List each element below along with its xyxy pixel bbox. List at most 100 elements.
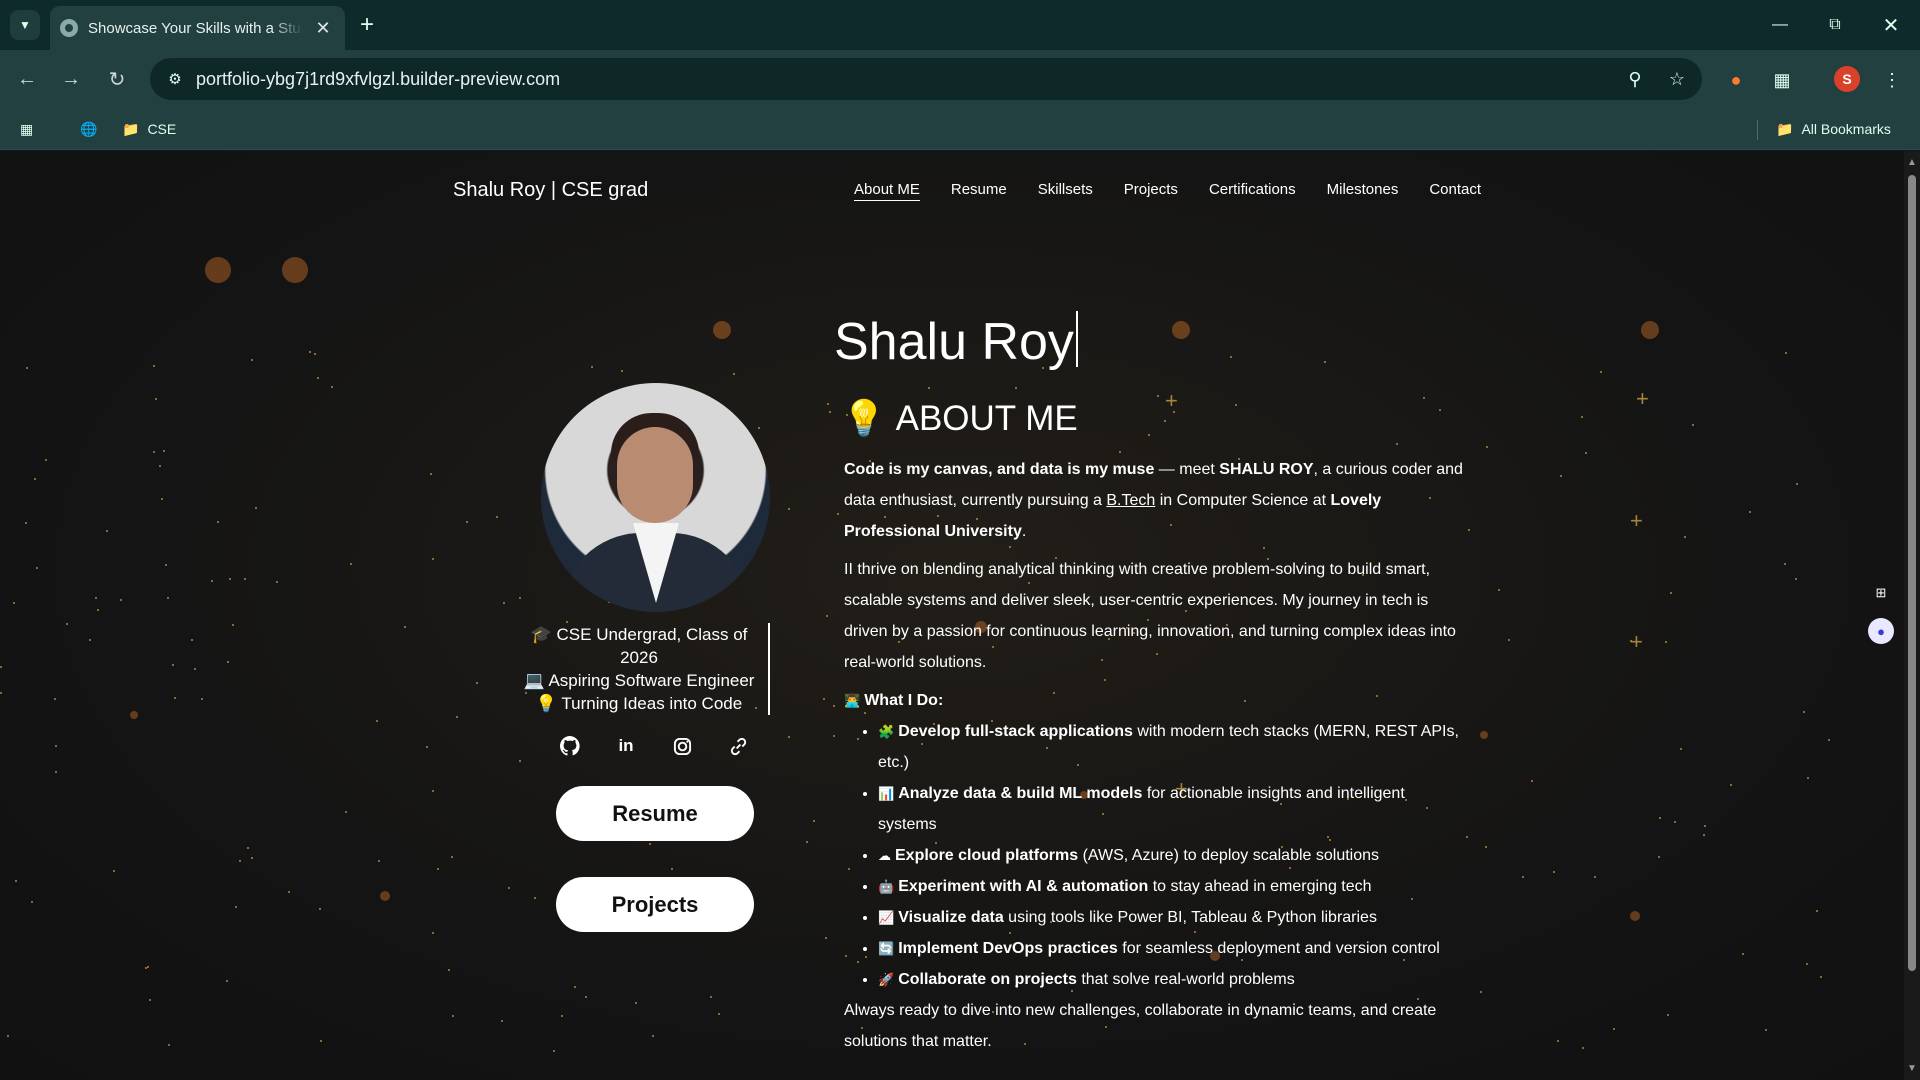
link-icon[interactable] [723,731,753,761]
star-spark [1439,409,1441,411]
star-spark [1582,1047,1584,1049]
browser-toolbar: ← → ↻ ⚙ portfolio-ybg7j1rd9xfvlgzl.build… [0,50,1920,108]
restore-button[interactable]: ⧉ [1807,0,1863,50]
page-scrollbar[interactable]: ▲ ▼ [1904,151,1920,1080]
new-tab-button[interactable]: + [352,10,382,40]
star-spark [251,359,253,361]
forward-button[interactable]: → [56,64,86,94]
url-text[interactable]: portfolio-ybg7j1rd9xfvlgzl.builder-previ… [196,69,1618,90]
bookmark-folder-label: CSE [147,121,177,137]
all-bookmarks[interactable]: 📁 All Bookmarks [1776,118,1891,140]
scroll-down-icon[interactable]: ▼ [1907,1063,1917,1074]
star-spark [1784,563,1786,565]
star-spark [788,736,790,738]
nav-certifications[interactable]: Certifications [1209,181,1296,201]
item-bold: Experiment with AI & automation [898,878,1149,895]
reload-button[interactable]: ↻ [102,64,132,94]
star-spark [0,692,2,694]
star-spark [1173,411,1175,413]
extensions-puzzle-icon[interactable]: ▦ [1766,64,1798,96]
star-spark [235,906,237,908]
star-spark [331,386,333,388]
folder-icon: 📁 [122,120,140,137]
tools-icon[interactable]: ⊞ [1868,580,1894,606]
address-bar[interactable]: ⚙ portfolio-ybg7j1rd9xfvlgzl.builder-pre… [150,58,1702,100]
glow-dot [713,321,731,339]
assistant-icon[interactable]: ● [1868,618,1894,644]
bookmark-folder-cse[interactable]: 📁 CSE [122,118,176,140]
menu-dots-icon[interactable]: ⋮ [1876,64,1908,96]
scroll-thumb[interactable] [1908,175,1916,971]
item-bold: Analyze data & build ML models [898,785,1143,802]
globe-favicon-icon [60,19,78,37]
star-spark [153,451,155,453]
globe-icon[interactable]: 🌐 [80,118,97,140]
about-content: Code is my canvas, and data is my muse —… [844,454,1464,1064]
scroll-up-icon[interactable]: ▲ [1907,157,1917,168]
profile-tagline: 🎓 CSE Undergrad, Class of 2026 💻 Aspirin… [510,623,770,715]
nav-about[interactable]: About ME [854,181,920,201]
star-spark [451,856,453,858]
projects-button[interactable]: Projects [556,877,754,932]
profile-avatar[interactable]: S [1834,66,1860,92]
typing-caret [1075,311,1078,367]
item-rest: to stay ahead in emerging tech [1148,878,1372,895]
close-window-button[interactable]: ✕ [1863,0,1919,50]
what-i-do-list: 🧩Develop full-stack applications with mo… [844,716,1464,995]
active-tab[interactable]: Showcase Your Skills with a Stunning Por… [50,6,345,50]
star-spark [34,478,36,480]
resume-button[interactable]: Resume [556,786,754,841]
nav-contact[interactable]: Contact [1429,181,1481,201]
star-spark [153,365,155,367]
tab-search-button[interactable]: ▼ [10,10,40,40]
star-spark [733,373,735,375]
star-spark [106,530,108,532]
apps-grid-icon[interactable]: ▦ [20,118,33,140]
star-spark [1423,397,1425,399]
star-spark [1485,846,1487,848]
star-spark [120,599,122,601]
star-spark [553,1050,555,1052]
star-spark [1816,910,1818,912]
star-spark [837,513,839,515]
star-spark [1553,871,1555,873]
site-brand[interactable]: Shalu Roy | CSE grad [453,179,648,202]
star-spark [1828,739,1830,741]
star-spark [404,626,406,628]
what-i-do-item: ☁ Explore cloud platforms (AWS, Azure) to… [878,840,1464,871]
btech-link[interactable]: B.Tech [1106,492,1155,509]
star-spark [1674,821,1676,823]
close-tab-icon[interactable]: ✕ [313,18,333,39]
bookmark-star-icon[interactable]: ☆ [1660,62,1694,96]
about-closing: Always ready to dive into new challenges… [844,1002,1437,1050]
star-spark [652,1035,654,1037]
star-spark [1680,748,1682,750]
zoom-icon[interactable]: ⚲ [1618,62,1652,96]
star-spark [276,581,278,583]
star-spark [1730,784,1732,786]
star-spark [1613,1028,1615,1030]
minimize-button[interactable]: — [1752,0,1808,50]
nav-milestones[interactable]: Milestones [1327,181,1399,201]
extension-icon[interactable]: ● [1720,64,1752,96]
nav-projects[interactable]: Projects [1124,181,1178,201]
star-spark [432,790,434,792]
star-spark [95,597,97,599]
star-spark [1600,371,1602,373]
nav-skillsets[interactable]: Skillsets [1038,181,1093,201]
linkedin-icon[interactable]: in [611,731,641,761]
back-button[interactable]: ← [12,64,42,94]
site-info-icon[interactable]: ⚙ [160,64,190,94]
star-spark [0,666,2,668]
tab-strip: ▼ Showcase Your Skills with a Stunning P… [0,0,1920,50]
instagram-icon[interactable] [667,731,697,761]
nav-resume[interactable]: Resume [951,181,1007,201]
star-spark [378,860,380,862]
item-bold: Develop full-stack applications [898,723,1133,740]
star-spark [251,857,253,859]
star-spark [1796,483,1798,485]
item-bold: Explore cloud platforms [895,847,1079,864]
github-icon[interactable] [555,731,585,761]
page-viewport: + + + + + Shalu Roy | CSE grad About ME Resu… [0,151,1904,1080]
star-spark [519,760,521,762]
